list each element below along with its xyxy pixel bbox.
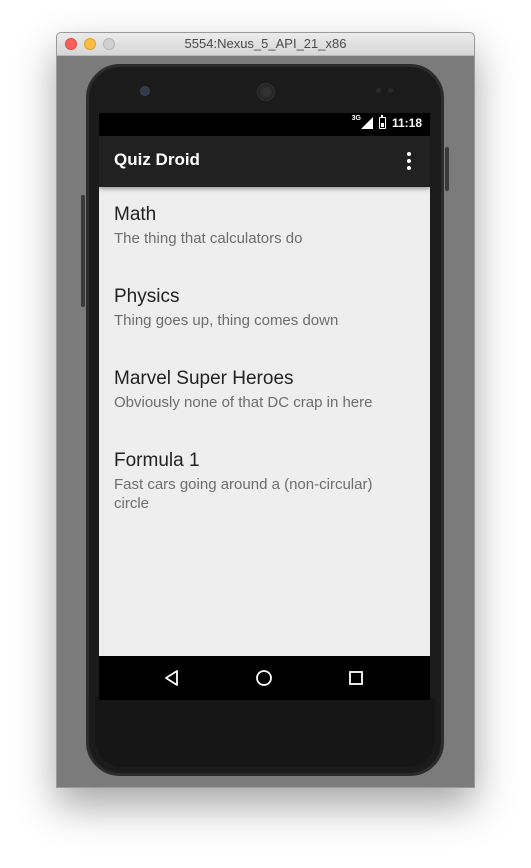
quiz-title: Marvel Super Heroes [114, 368, 294, 389]
overflow-dot [407, 166, 411, 170]
proximity-sensor-icon [376, 88, 381, 93]
cell-signal-icon [360, 117, 373, 129]
overflow-dot [407, 152, 411, 156]
back-triangle-icon[interactable] [162, 668, 182, 688]
quiz-title: Physics [114, 286, 180, 307]
recent-apps-square-icon[interactable] [346, 668, 366, 688]
power-button [445, 147, 449, 191]
quiz-list: Math The thing that calculators do Physi… [99, 187, 430, 533]
home-circle-icon[interactable] [254, 668, 274, 688]
window-titlebar[interactable]: 5554:Nexus_5_API_21_x86 [57, 33, 474, 56]
window-title: 5554:Nexus_5_API_21_x86 [184, 36, 347, 51]
earpiece-speaker-icon [257, 83, 275, 101]
network-type-label: 3G [351, 114, 361, 122]
quiz-item-physics[interactable]: Physics Thing goes up, thing comes down [99, 269, 430, 351]
front-camera-icon [140, 86, 150, 96]
quiz-item-marvel[interactable]: Marvel Super Heroes Obviously none of th… [99, 351, 430, 433]
overflow-dot [407, 159, 411, 163]
quiz-item-math[interactable]: Math The thing that calculators do [99, 187, 430, 269]
quiz-item-formula1[interactable]: Formula 1 Fast cars going around a (non-… [99, 433, 430, 533]
quiz-description: Thing goes up, thing comes down [114, 312, 339, 329]
device-screen: 3G 11:18 Quiz Droid Math The thing that … [99, 113, 430, 700]
quiz-description: The thing that calculators do [114, 230, 303, 247]
phone-chin [95, 697, 435, 767]
volume-button [81, 195, 85, 307]
overflow-menu-icon[interactable] [404, 152, 414, 170]
battery-icon [378, 115, 386, 129]
status-icons: 3G 11:18 [351, 114, 422, 131]
quiz-title: Math [114, 204, 157, 225]
light-sensor-icon [388, 88, 393, 93]
quiz-description: Obviously none of that DC crap in here [114, 394, 373, 411]
quiz-description: Fast cars going around a (non-circular) … [114, 476, 373, 512]
status-time: 11:18 [391, 116, 422, 130]
app-bar: Quiz Droid [99, 136, 430, 187]
status-bar: 3G 11:18 [99, 113, 430, 136]
app-title: Quiz Droid [114, 150, 200, 169]
quiz-title: Formula 1 [114, 450, 200, 471]
navigation-bar [99, 656, 430, 700]
